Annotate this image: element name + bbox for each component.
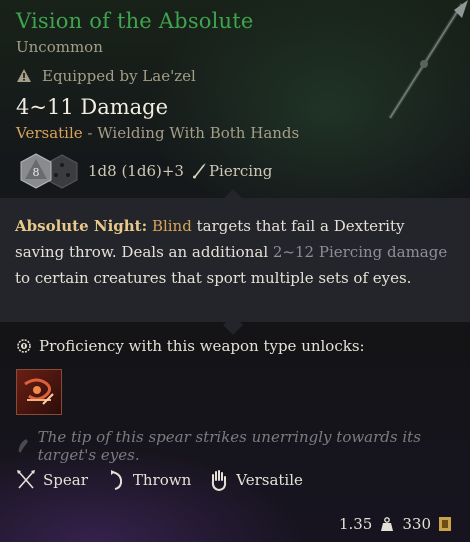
piercing-icon <box>192 163 206 179</box>
d8-die-icon: 8 <box>20 153 52 189</box>
versatile-icon <box>212 470 227 491</box>
damage-range: 4~11 Damage <box>16 95 169 119</box>
weapon-action-icon[interactable] <box>16 369 62 415</box>
gold-coin-icon <box>439 517 451 531</box>
flavor-text: The tip of this spear strikes unerringly… <box>16 428 456 464</box>
proficiency-gear-icon <box>17 339 31 353</box>
property-spear-label: Spear <box>43 471 88 489</box>
item-footer: 1.35 330 <box>339 515 452 533</box>
proficiency-line: Proficiency with this weapon type unlock… <box>16 337 365 355</box>
weapon-action-art-icon <box>24 378 54 405</box>
versatile-description: - Wielding With Both Hands <box>82 124 300 142</box>
weapon-art-icon <box>388 0 468 120</box>
damage-type-label[interactable]: Piercing <box>209 162 272 180</box>
equipped-status: Equipped by Lae'zel <box>16 67 196 85</box>
feather-icon <box>18 439 28 453</box>
property-thrown-label: Thrown <box>132 471 192 489</box>
damage-type: Piercing <box>192 162 272 180</box>
weight-icon <box>381 517 394 531</box>
spear-icon <box>17 470 35 489</box>
passive-damage[interactable]: 2~12 Piercing damage <box>273 243 447 261</box>
proficiency-text: Proficiency with this weapon type unlock… <box>39 337 365 355</box>
thrown-icon <box>110 470 122 490</box>
item-name: Vision of the Absolute <box>16 9 254 33</box>
property-versatile[interactable]: Versatile <box>209 469 303 491</box>
weapon-properties: Spear Thrown Versatile <box>16 469 321 491</box>
passive-description: Absolute Night: Blind targets that fail … <box>15 213 455 291</box>
item-weight: 1.35 <box>338 515 373 533</box>
item-value: 330 <box>402 515 431 533</box>
passive-name: Absolute Night: <box>15 217 148 235</box>
damage-dice-row: 8 1d8 (1d6)+3 Piercing <box>16 152 272 190</box>
versatile-line: Versatile - Wielding With Both Hands <box>16 124 299 142</box>
item-rarity: Uncommon <box>16 38 103 56</box>
dice-icons: 8 <box>16 152 80 190</box>
property-thrown[interactable]: Thrown <box>106 469 191 491</box>
equipped-text: Equipped by Lae'zel <box>42 67 196 85</box>
property-versatile-label: Versatile <box>236 471 303 489</box>
d8-label: 8 <box>33 166 40 179</box>
passive-text-2: to certain creatures that sport multiple… <box>15 269 412 287</box>
property-spear[interactable]: Spear <box>16 469 88 491</box>
blind-keyword[interactable]: Blind <box>152 217 192 235</box>
item-tooltip: Vision of the Absolute Uncommon Equipped… <box>0 0 470 542</box>
dice-formula: 1d8 (1d6)+3 <box>88 162 184 180</box>
flavor-text-content: The tip of this spear strikes unerringly… <box>37 428 421 464</box>
warning-icon <box>17 69 31 82</box>
versatile-keyword[interactable]: Versatile <box>16 124 83 142</box>
